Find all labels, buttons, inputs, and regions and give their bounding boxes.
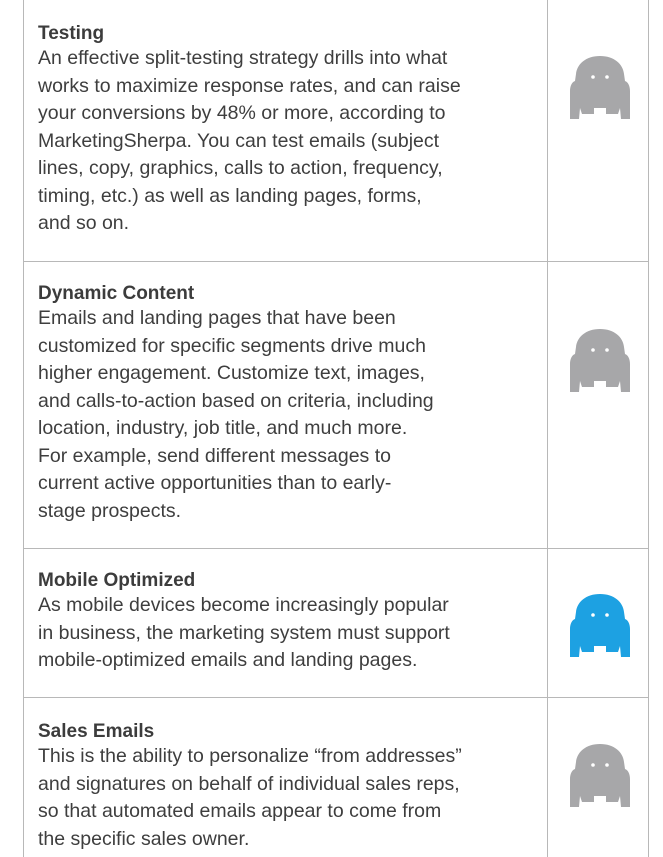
row-description: As mobile devices become increasingly po… — [38, 592, 538, 675]
description-line: mobile-optimized emails and landing page… — [38, 649, 418, 671]
description-line: your conversions by 48% or more, accordi… — [38, 102, 446, 124]
description-line: MarketingSherpa. You can test emails (su… — [38, 129, 440, 152]
table-row-testing: Testing An effective split-testing strat… — [23, 0, 649, 261]
description-line: and signatures on behalf of individual s… — [38, 772, 460, 795]
description-line: This is the ability to personalize “from… — [38, 745, 462, 767]
description-line: Emails and landing pages that have been — [38, 307, 396, 329]
row-text-cell: Sales Emails This is the ability to pers… — [38, 720, 538, 853]
row-text-cell: Mobile Optimized As mobile devices becom… — [38, 569, 538, 675]
row-text-cell: Testing An effective split-testing strat… — [38, 22, 538, 238]
row-text-cell: Dynamic Content Emails and landing pages… — [38, 282, 538, 525]
description-line: location, industry, job title, and much … — [38, 417, 408, 439]
table-row-sales-emails: Sales Emails This is the ability to pers… — [23, 698, 649, 857]
description-line: and so on. — [38, 212, 130, 234]
description-line: and calls-to-action based on criteria, i… — [38, 389, 434, 412]
row-title: Sales Emails — [38, 721, 155, 742]
description-line: An effective split-testing strategy dril… — [38, 47, 448, 69]
description-line: As mobile devices become increasingly po… — [38, 594, 449, 616]
description-line: so that automated emails appear to come … — [38, 800, 442, 822]
table-row-mobile-optimized: Mobile Optimized As mobile devices becom… — [23, 549, 649, 697]
description-line: For example, send different messages to — [38, 444, 391, 467]
row-title: Testing — [38, 23, 105, 44]
row-title: Mobile Optimized — [38, 570, 196, 591]
ghost-icon — [570, 594, 630, 657]
description-line: current active opportunities than to ear… — [38, 472, 392, 494]
description-line: customized for specific segments drive m… — [38, 334, 426, 357]
row-description: Emails and landing pages that have been … — [38, 305, 538, 525]
description-line: stage prospects. — [38, 499, 182, 522]
row-description: An effective split-testing strategy dril… — [38, 45, 538, 238]
feature-table: Testing An effective split-testing strat… — [23, 0, 649, 857]
description-line: the specific sales owner. — [38, 827, 250, 850]
table-row-dynamic-content: Dynamic Content Emails and landing pages… — [23, 262, 649, 548]
ghost-icon — [570, 56, 630, 119]
description-line: works to maximize response rates, and ca… — [38, 74, 461, 97]
ghost-icon — [570, 744, 630, 807]
description-line: lines, copy, graphics, calls to action, … — [38, 157, 443, 179]
description-line: higher engagement. Customize text, image… — [38, 362, 425, 384]
row-title: Dynamic Content — [38, 283, 195, 304]
description-line: timing, etc.) as well as landing pages, … — [38, 184, 422, 207]
row-description: This is the ability to personalize “from… — [38, 743, 538, 853]
description-line: in business, the marketing system must s… — [38, 621, 450, 644]
ghost-icon — [570, 329, 630, 392]
